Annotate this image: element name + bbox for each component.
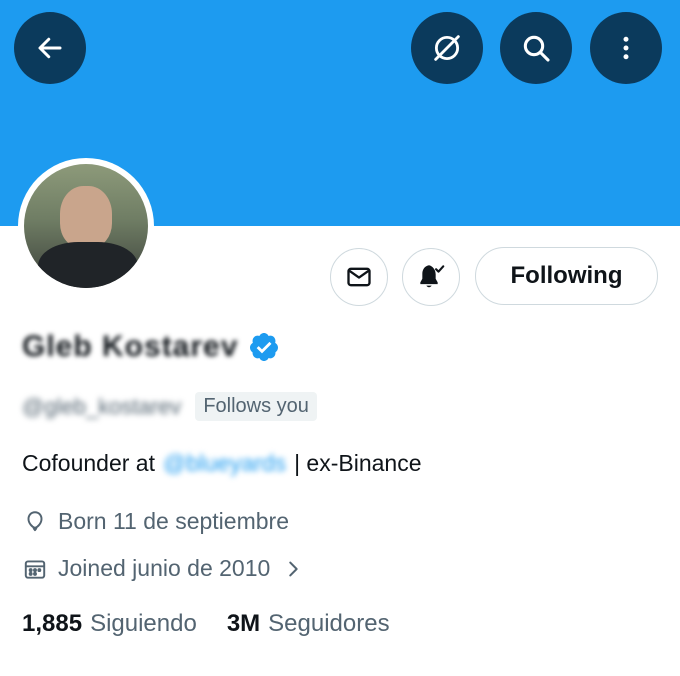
grok-icon xyxy=(434,35,460,61)
bio: Cofounder at @blueyards | ex-Binance xyxy=(22,450,422,477)
handle-row: @gleb_kostarev Follows you xyxy=(22,392,317,421)
following-label: Siguiendo xyxy=(90,610,197,637)
chevron-right-icon xyxy=(289,561,298,576)
arrow-left-icon xyxy=(38,37,62,59)
calendar-icon xyxy=(24,559,46,579)
bio-mention-link[interactable]: @blueyards xyxy=(163,450,286,477)
following-stat[interactable]: 1,885 Siguiendo xyxy=(22,610,197,638)
notifications-button[interactable] xyxy=(402,248,460,306)
message-button[interactable] xyxy=(330,248,388,306)
joined-row[interactable]: Joined junio de 2010 xyxy=(22,555,304,582)
avatar-face xyxy=(60,186,112,248)
more-options-button[interactable] xyxy=(590,12,662,84)
bio-prefix: Cofounder at xyxy=(22,450,155,476)
balloon-icon xyxy=(27,510,43,531)
follows-you-badge: Follows you xyxy=(195,392,317,421)
avatar-photo xyxy=(24,164,148,288)
search-icon xyxy=(523,35,550,62)
search-button[interactable] xyxy=(500,12,572,84)
verified-badge-icon[interactable] xyxy=(248,331,280,363)
name-row: Gleb Kostarev xyxy=(22,330,280,364)
avatar-body xyxy=(38,242,138,288)
follow-stats: 1,885 Siguiendo 3M Seguidores xyxy=(22,610,390,638)
followers-count: 3M xyxy=(226,610,261,637)
avatar[interactable] xyxy=(18,158,154,294)
following-count: 1,885 xyxy=(22,610,83,637)
grok-button[interactable] xyxy=(411,12,483,84)
back-button[interactable] xyxy=(14,12,86,84)
handle: @gleb_kostarev xyxy=(22,393,182,419)
joined-text: Joined junio de 2010 xyxy=(58,555,271,581)
bio-suffix: | ex-Binance xyxy=(294,450,422,476)
following-button[interactable]: Following xyxy=(475,247,658,305)
followers-label: Seguidores xyxy=(268,610,390,637)
bell-check-icon xyxy=(420,265,445,288)
followers-stat[interactable]: 3M Seguidores xyxy=(227,610,390,638)
envelope-icon xyxy=(347,267,371,287)
more-vertical-icon xyxy=(623,36,629,60)
birthday-row: Born 11 de septiembre xyxy=(22,508,289,535)
birthday-text: Born 11 de septiembre xyxy=(58,508,289,534)
display-name: Gleb Kostarev xyxy=(22,330,239,363)
